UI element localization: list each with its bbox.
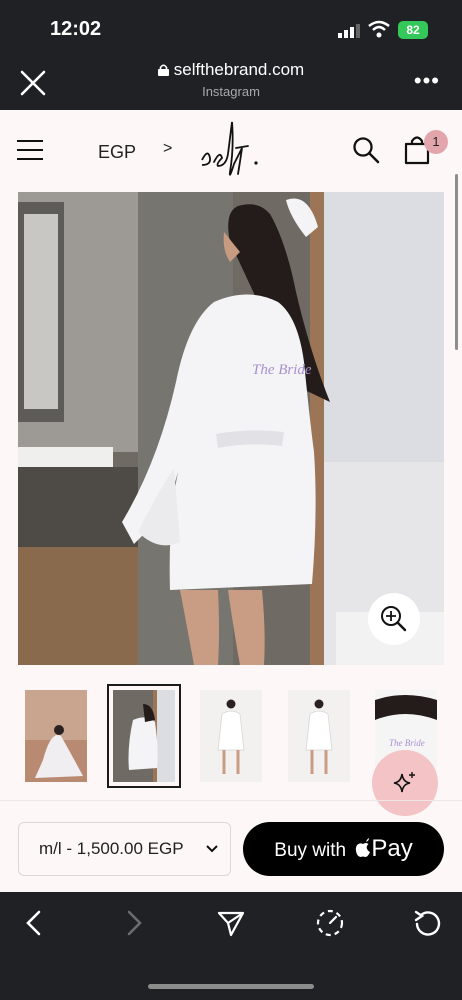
chevron-down-icon: [206, 845, 218, 853]
forward-icon[interactable]: [118, 908, 148, 938]
back-icon[interactable]: [20, 908, 50, 938]
url-domain[interactable]: selfthebrand.com: [0, 60, 462, 80]
pay-prefix: Buy with: [274, 840, 347, 861]
product-page: EGP > 1 The Bride The Bride m/l - 1,500.…: [0, 110, 462, 892]
currency-selector[interactable]: EGP: [98, 142, 136, 163]
site-header: EGP > 1: [0, 110, 462, 192]
embroidery-text: The Bride: [252, 362, 312, 378]
status-time: 12:02: [50, 18, 102, 40]
share-icon[interactable]: [216, 908, 246, 938]
thumbnail-2-selected[interactable]: [107, 684, 181, 788]
logo-script: [201, 121, 258, 176]
buy-with-apple-pay-button[interactable]: Buy with Pay: [243, 822, 444, 876]
brand-logo[interactable]: [196, 118, 266, 186]
chevron-right-icon[interactable]: >: [163, 140, 172, 158]
divider: [0, 800, 462, 801]
source-label: Instagram: [202, 84, 260, 99]
thumbnail-1[interactable]: [25, 690, 87, 782]
sparkle-button[interactable]: [372, 750, 438, 816]
reload-icon[interactable]: [413, 908, 443, 938]
variant-label: m/l - 1,500.00 EGP: [39, 839, 184, 858]
status-bar: 12:02 82: [0, 0, 462, 56]
wifi-icon: [368, 20, 390, 38]
lock-icon: [157, 64, 169, 76]
loading-icon[interactable]: [315, 908, 345, 938]
svg-text:The Bride: The Bride: [389, 738, 425, 748]
menu-icon[interactable]: [17, 140, 43, 162]
sparkle-icon: [393, 772, 415, 793]
domain-text: selfthebrand.com: [173, 60, 305, 79]
home-indicator: [148, 984, 314, 989]
variant-select[interactable]: m/l - 1,500.00 EGP: [18, 822, 231, 876]
cart-count-badge[interactable]: 1: [424, 130, 448, 154]
pay-mark: Pay: [371, 835, 413, 862]
more-icon[interactable]: •••: [414, 68, 440, 94]
search-icon[interactable]: [352, 136, 380, 164]
battery-level: 82: [398, 21, 428, 39]
zoom-icon: [381, 606, 407, 632]
apple-icon: [356, 838, 371, 857]
browser-url-bar: selfthebrand.com Instagram •••: [0, 56, 462, 110]
scrollbar[interactable]: [455, 174, 458, 350]
thumbnail-4[interactable]: [288, 690, 350, 782]
zoom-button[interactable]: [368, 593, 420, 645]
thumbnail-3[interactable]: [200, 690, 262, 782]
signal-icon: [338, 24, 360, 38]
